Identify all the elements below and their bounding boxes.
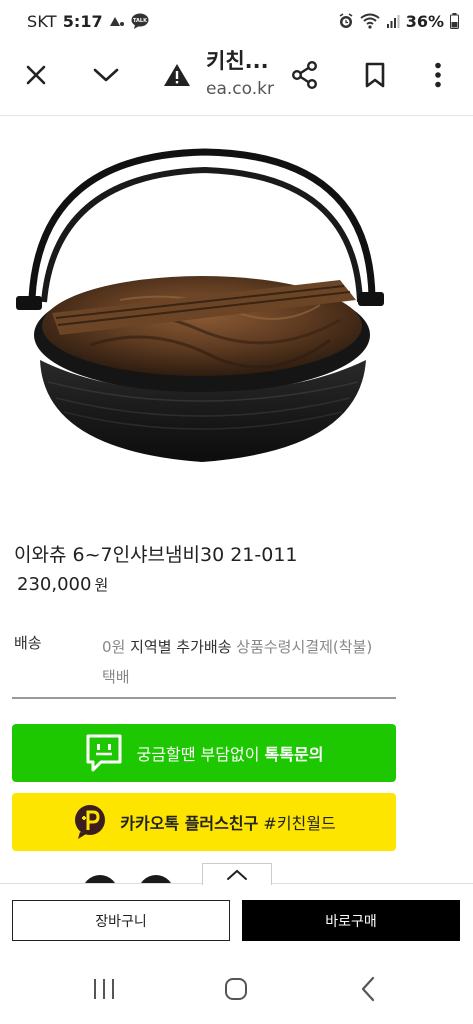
- purchase-bar: 장바구니 바로구매: [0, 883, 473, 955]
- kakao-label: 카카오톡 플러스친구: [120, 814, 259, 833]
- page-domain: ea.co.kr: [206, 79, 274, 99]
- back-button[interactable]: [338, 967, 398, 1011]
- kakao-plusfriend-icon: [72, 804, 108, 840]
- back-icon: [360, 976, 376, 1002]
- talktalk-icon: [85, 733, 123, 773]
- talktalk-prefix: 궁금할땐 부담없이: [136, 745, 260, 764]
- bookmark-icon: [364, 62, 386, 88]
- shipping-method: 택배: [102, 668, 130, 686]
- more-options-button[interactable]: [412, 42, 464, 108]
- kakao-hashtag: #키친월드: [263, 814, 336, 833]
- shipping-info: 0원 지역별 추가배송 상품수령시결제(착불) 택배: [102, 632, 392, 692]
- talktalk-inquiry-button[interactable]: 궁금할땐 부담없이 톡톡문의: [12, 724, 396, 782]
- price-amount: 230,000: [17, 574, 92, 595]
- home-icon: [224, 977, 248, 1001]
- system-navigation-bar: [0, 955, 473, 1024]
- shipping-label: 배송: [14, 634, 42, 652]
- status-bar: SKT 5:17 TALK 36%: [0, 0, 473, 42]
- close-icon: [25, 64, 47, 86]
- talktalk-label: 톡톡문의: [264, 745, 324, 764]
- chevron-up-icon: [226, 869, 248, 881]
- shipping-payment-note: 상품수령시결제(착불): [236, 638, 373, 656]
- carrier-label: SKT: [27, 11, 57, 31]
- kakao-plusfriend-button[interactable]: 카카오톡 플러스친구 #키친월드: [12, 793, 396, 851]
- shipping-divider: [12, 697, 396, 699]
- signal-a-icon: [109, 15, 125, 27]
- bookmark-button[interactable]: [349, 42, 401, 108]
- url-bar[interactable]: 키친... ea.co.kr: [206, 46, 282, 106]
- close-tab-button[interactable]: [10, 42, 62, 108]
- wifi-icon: [360, 13, 380, 29]
- shipping-regional-extra: 지역별 추가배송: [130, 638, 232, 656]
- svg-text:TALK: TALK: [133, 18, 148, 24]
- add-to-cart-button[interactable]: 장바구니: [12, 900, 230, 941]
- home-button[interactable]: [206, 967, 266, 1011]
- battery-percent: 36%: [405, 11, 444, 31]
- product-image: [0, 130, 400, 490]
- scroll-top-button[interactable]: [202, 863, 272, 885]
- browser-toolbar: 키친... ea.co.kr: [0, 42, 473, 108]
- recent-apps-button[interactable]: [74, 967, 134, 1011]
- share-button[interactable]: [279, 42, 331, 108]
- product-title: 이와츄 6~7인샤브냄비30 21-011: [14, 544, 298, 566]
- talk-icon: TALK: [131, 13, 149, 29]
- page-title: 키친...: [206, 49, 269, 73]
- cellular-icon: [386, 14, 400, 28]
- warning-icon: [163, 63, 191, 87]
- product-price: 230,000 원: [17, 574, 108, 595]
- buy-now-button[interactable]: 바로구매: [242, 900, 460, 941]
- share-icon: [291, 61, 319, 89]
- expand-button[interactable]: [80, 42, 132, 108]
- recent-apps-icon: [92, 978, 116, 1000]
- toolbar-divider: [0, 115, 473, 116]
- cast-iron-pot-with-wooden-lid-image: [0, 148, 400, 494]
- shipping-fee: 0원: [102, 638, 126, 656]
- security-warning-button[interactable]: [151, 42, 203, 108]
- alarm-icon: [338, 13, 354, 29]
- battery-icon: [450, 13, 459, 29]
- clock: 5:17: [62, 11, 103, 31]
- price-unit: 원: [94, 576, 109, 594]
- more-icon: [434, 62, 442, 88]
- chevron-down-icon: [93, 67, 119, 83]
